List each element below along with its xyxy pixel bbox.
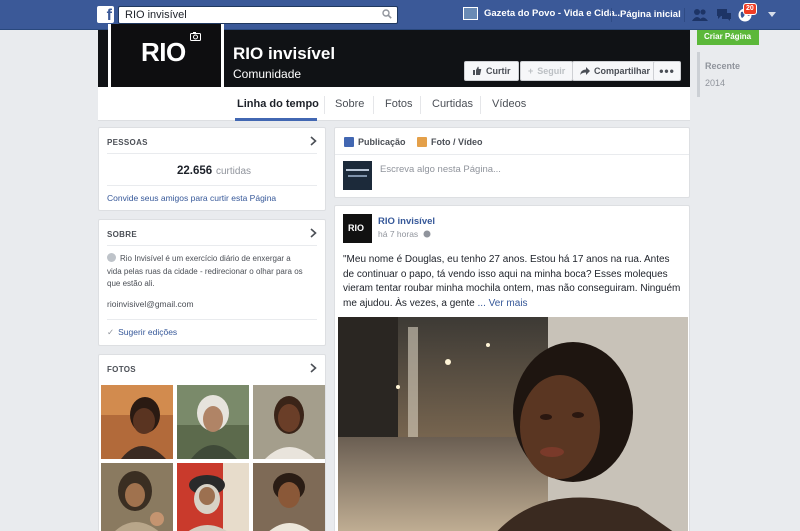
tab-publication-label: Publicação [358, 137, 406, 147]
more-options-button[interactable]: ••• [653, 61, 681, 81]
notifications-badge: 20 [743, 3, 757, 15]
photo-thumbnail[interactable] [253, 385, 325, 459]
likes-label: curtidas [216, 166, 252, 177]
photo-thumbnail[interactable] [253, 463, 325, 531]
tab-photos[interactable]: Fotos [385, 98, 413, 110]
post-author-name[interactable]: RIO invisível [378, 216, 435, 227]
tab-divider [420, 96, 421, 114]
tab-publication[interactable]: Publicação [344, 137, 406, 147]
follow-button[interactable]: + Seguir [520, 61, 574, 81]
tab-videos[interactable]: Vídeos [492, 98, 526, 110]
tab-divider [373, 96, 374, 114]
page-category: Comunidade [233, 67, 302, 81]
people-header[interactable]: PESSOAS [107, 138, 148, 147]
plus-icon: + [528, 66, 534, 76]
photo-thumbnail[interactable] [177, 463, 249, 531]
about-description-text: Rio Invisível é um exercício diário de e… [107, 254, 303, 288]
divider [107, 319, 317, 320]
info-icon [107, 253, 116, 262]
avatar-line [346, 169, 369, 171]
friend-requests-icon[interactable] [692, 8, 708, 22]
like-button-label: Curtir [486, 66, 511, 76]
tab-photo-video-label: Foto / Vídeo [431, 137, 483, 147]
active-tab-indicator [235, 118, 317, 121]
managed-page-label[interactable]: Gazeta do Povo - Vida e Cida... [484, 8, 623, 19]
about-description: Rio Invisível é um exercício diário de e… [107, 253, 307, 291]
divider [107, 153, 317, 154]
divider [107, 185, 317, 186]
follow-button-label: Seguir [537, 66, 566, 76]
chevron-right-icon[interactable] [310, 136, 317, 146]
globe-icon [423, 230, 431, 238]
tab-photo-video[interactable]: Foto / Vídeo [417, 137, 483, 147]
post-avatar-text: RIO [348, 223, 365, 233]
tab-divider [480, 96, 481, 114]
pencil-icon [344, 137, 354, 147]
suggest-edits-link[interactable]: ✓ Sugerir edições [107, 327, 177, 338]
search-value[interactable]: RIO invisível [125, 9, 187, 21]
nav-divider [611, 8, 612, 22]
photo-thumbnail[interactable] [177, 385, 249, 459]
post-time-text: há 7 horas [378, 229, 419, 239]
post-timestamp[interactable]: há 7 horas [378, 229, 431, 239]
tab-timeline[interactable]: Linha do tempo [237, 98, 319, 110]
post-composer: Publicação Foto / Vídeo Escreva algo nes… [334, 127, 690, 198]
profile-logo-text: RIO [141, 37, 186, 67]
about-header[interactable]: SOBRE [107, 230, 137, 239]
share-arrow-icon [580, 67, 590, 75]
more-dots-icon: ••• [659, 64, 675, 78]
contact-email[interactable]: rioinvisivel@gmail.com [107, 299, 194, 309]
facebook-logo-icon[interactable]: f [97, 6, 114, 23]
avatar-line [348, 175, 367, 177]
like-button[interactable]: Curtir [464, 61, 519, 81]
search-icon[interactable] [382, 9, 392, 19]
camera-icon [190, 32, 201, 41]
timeline-nav-recent[interactable]: Recente [705, 61, 740, 71]
composer-avatar [343, 161, 372, 190]
post-body: "Meu nome é Douglas, eu tenho 27 anos. E… [343, 253, 683, 312]
photo-icon [417, 137, 427, 147]
messages-icon[interactable] [716, 8, 732, 22]
photos-box: FOTOS [98, 354, 326, 531]
divider [107, 245, 317, 246]
tab-divider [324, 96, 325, 114]
divider [335, 154, 689, 155]
thumbs-up-icon [473, 66, 482, 75]
photo-thumbnail[interactable] [101, 463, 173, 531]
likes-count: 22.656 [177, 165, 213, 177]
account-menu-caret-icon[interactable] [768, 12, 776, 17]
search-input[interactable]: RIO invisível [118, 6, 398, 24]
about-box: SOBRE Rio Invisível é um exercício diári… [98, 219, 326, 346]
page-thumbnail [463, 7, 478, 20]
share-button-label: Compartilhar [594, 66, 651, 76]
people-box: PESSOAS 22.656 curtidas Convide seus ami… [98, 127, 326, 211]
composer-input[interactable]: Escreva algo nesta Página... [380, 164, 501, 175]
invite-friends-link[interactable]: Convide seus amigos para curtir esta Pág… [107, 193, 276, 203]
chevron-right-icon[interactable] [310, 228, 317, 238]
timeline-nav-2014[interactable]: 2014 [705, 78, 725, 88]
timeline-rail [697, 52, 700, 97]
nav-divider [684, 8, 685, 22]
photo-thumbnail[interactable] [101, 385, 173, 459]
photos-header[interactable]: FOTOS [107, 365, 136, 374]
see-more-link[interactable]: ... Ver mais [478, 298, 528, 309]
tab-about[interactable]: Sobre [335, 98, 364, 110]
checkmark-icon: ✓ [107, 327, 115, 337]
home-link[interactable]: Página inicial [620, 9, 681, 20]
page-title: RIO invisível [233, 44, 336, 63]
post-photo[interactable] [338, 317, 688, 531]
tab-likes[interactable]: Curtidas [432, 98, 473, 110]
managed-page-link[interactable]: Gazeta do Povo - Vida e Cida... [463, 7, 623, 20]
post-author-avatar[interactable]: RIO [343, 214, 372, 243]
suggest-edits-label: Sugerir edições [118, 327, 178, 337]
create-page-button[interactable]: Criar Página [697, 30, 759, 45]
feed-post: RIO RIO invisível há 7 horas "Meu nome é… [334, 205, 690, 531]
share-button[interactable]: Compartilhar [572, 61, 659, 81]
chevron-right-icon[interactable] [310, 363, 317, 373]
